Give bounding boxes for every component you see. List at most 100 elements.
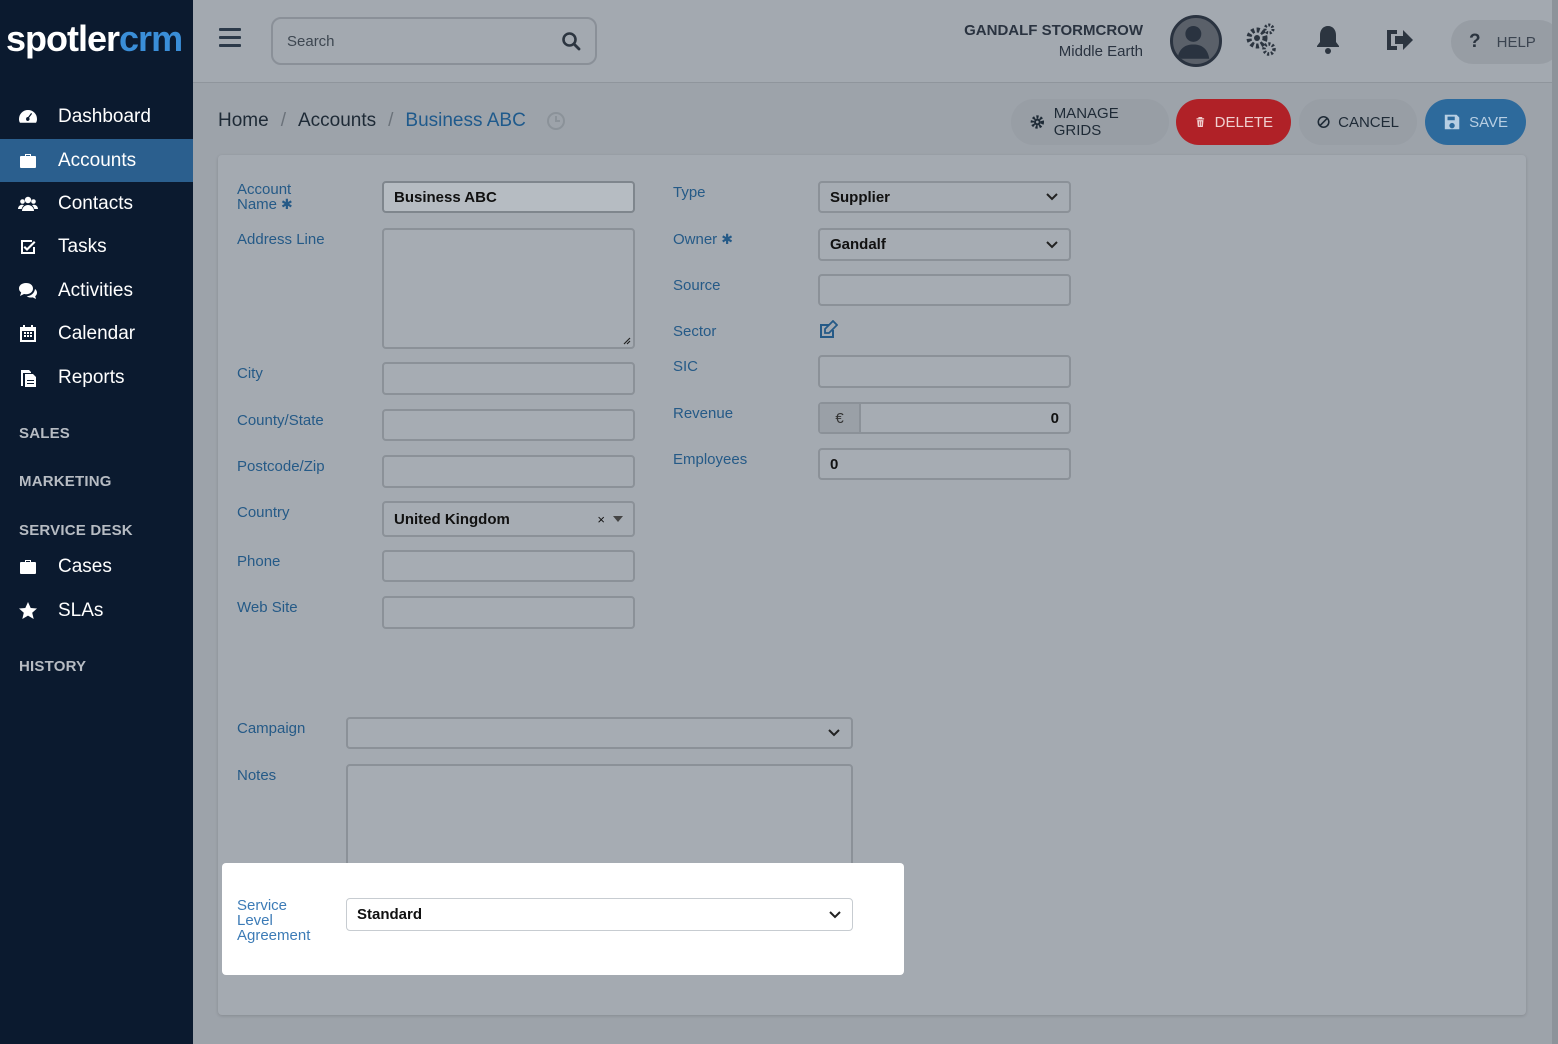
campaign-label: Campaign <box>237 720 306 737</box>
sla-value: Standard <box>357 906 423 923</box>
sidebar-item-calendar[interactable]: Calendar <box>0 312 193 355</box>
help-label: HELP <box>1496 33 1536 51</box>
sidebar-item-accounts[interactable]: Accounts <box>0 139 193 182</box>
resize-handle-icon[interactable] <box>621 335 631 345</box>
type-label: Type <box>673 184 706 201</box>
trash-icon <box>1196 116 1205 128</box>
clear-icon[interactable]: × <box>597 512 605 527</box>
sla-select[interactable]: Standard <box>346 898 853 931</box>
chevron-down-icon <box>1046 193 1058 201</box>
cancel-button[interactable]: CANCEL <box>1299 99 1417 145</box>
revenue-value[interactable]: 0 <box>1051 410 1059 427</box>
phone-input[interactable] <box>382 550 635 582</box>
search-box[interactable] <box>271 17 597 65</box>
sidebar-item-contacts[interactable]: Contacts <box>0 182 193 225</box>
source-label: Source <box>673 277 721 294</box>
help-button[interactable]: ? HELP <box>1451 20 1558 64</box>
delete-label: DELETE <box>1214 113 1273 131</box>
postcode-input[interactable] <box>382 455 635 488</box>
chevron-down-icon <box>1046 240 1058 248</box>
sidebar-item-dashboard[interactable]: Dashboard <box>0 95 193 138</box>
scrollbar[interactable] <box>1552 0 1558 1044</box>
dashboard-icon <box>0 107 58 127</box>
sidebar-item-activities[interactable]: Activities <box>0 269 193 312</box>
chevron-down-icon <box>828 729 840 737</box>
owner-select[interactable]: Gandalf <box>818 228 1071 261</box>
logo-text-crm: crm <box>119 18 183 59</box>
edit-icon[interactable] <box>818 320 838 340</box>
county-state-input[interactable] <box>382 409 635 441</box>
ban-icon <box>1317 115 1330 129</box>
checkbox-icon <box>0 237 58 257</box>
sidebar-item-label: Reports <box>58 366 125 388</box>
sidebar-item-label: Contacts <box>58 192 133 214</box>
sic-input[interactable] <box>818 355 1071 388</box>
briefcase-icon <box>0 151 58 171</box>
history-clock-icon[interactable] <box>546 111 566 131</box>
nav-section-sales[interactable]: SALES <box>19 425 70 442</box>
calendar-icon <box>0 324 58 344</box>
floppy-disk-icon <box>1444 114 1460 130</box>
campaign-select[interactable] <box>346 717 853 749</box>
required-asterisk-icon: ✱ <box>281 196 293 212</box>
sidebar-item-label: Accounts <box>58 149 137 171</box>
delete-button[interactable]: DELETE <box>1176 99 1291 145</box>
breadcrumb-home[interactable]: Home <box>218 110 269 132</box>
manage-grids-label: MANAGE GRIDS <box>1053 105 1119 139</box>
breadcrumb-accounts[interactable]: Accounts <box>298 110 376 132</box>
account-name-label: Account Name ✱ <box>237 181 293 213</box>
logo-text-spotler: spotler <box>6 18 120 59</box>
avatar[interactable] <box>1170 15 1222 67</box>
country-select[interactable]: United Kingdom × <box>382 501 635 537</box>
caret-down-icon[interactable] <box>613 515 623 523</box>
breadcrumb: Home / Accounts / Business ABC <box>218 110 566 132</box>
search-icon[interactable] <box>561 31 581 51</box>
owner-label: Owner ✱ <box>673 231 733 248</box>
bell-icon[interactable] <box>1310 22 1346 58</box>
sector-label: Sector <box>673 323 717 340</box>
sidebar: spotlercrm Dashboard Accounts Contacts T… <box>0 0 193 1044</box>
sidebar-item-slas[interactable]: SLAs <box>0 589 193 632</box>
sidebar-item-label: Activities <box>58 279 133 301</box>
website-input[interactable] <box>382 596 635 629</box>
briefcase-icon <box>0 557 58 577</box>
nav-section-marketing[interactable]: MARKETING <box>19 473 112 490</box>
revenue-input-group[interactable]: € 0 <box>818 402 1071 434</box>
breadcrumb-current: Business ABC <box>405 110 526 131</box>
account-name-input[interactable]: Business ABC <box>382 181 635 213</box>
owner-value: Gandalf <box>830 236 886 253</box>
user-organization: Middle Earth <box>1058 43 1143 60</box>
users-icon <box>0 194 58 214</box>
save-button[interactable]: SAVE <box>1425 99 1526 145</box>
chevron-down-icon <box>829 910 841 918</box>
address-line-textarea[interactable] <box>382 228 635 349</box>
sla-label: Service Level Agreement <box>237 897 311 944</box>
employees-input[interactable]: 0 <box>818 448 1071 480</box>
country-value: United Kingdom <box>394 510 510 528</box>
search-input[interactable] <box>287 32 561 50</box>
nav-section-service-desk[interactable]: SERVICE DESK <box>19 522 133 539</box>
logout-icon[interactable] <box>1381 22 1417 58</box>
user-name: GANDALF STORMCROW <box>964 22 1143 39</box>
revenue-label: Revenue <box>673 405 734 422</box>
source-input[interactable] <box>818 274 1071 306</box>
city-label: City <box>237 365 263 382</box>
sidebar-item-tasks[interactable]: Tasks <box>0 225 193 268</box>
sidebar-item-label: Calendar <box>58 322 136 344</box>
settings-gears-icon[interactable] <box>1243 22 1279 58</box>
nav-section-history[interactable]: HISTORY <box>19 658 86 675</box>
type-select[interactable]: Supplier <box>818 181 1071 213</box>
sla-highlight: Service Level Agreement Standard <box>222 863 904 975</box>
sidebar-item-cases[interactable]: Cases <box>0 545 193 588</box>
manage-grids-button[interactable]: MANAGE GRIDS <box>1011 99 1169 145</box>
topbar: GANDALF STORMCROW Middle Earth ? HELP <box>193 0 1558 83</box>
sidebar-item-reports[interactable]: Reports <box>0 356 193 399</box>
question-icon: ? <box>1469 31 1481 52</box>
reports-icon <box>0 368 58 388</box>
website-label: Web Site <box>237 599 298 616</box>
notes-label: Notes <box>237 767 277 784</box>
phone-label: Phone <box>237 553 281 570</box>
hamburger-menu-icon[interactable] <box>219 28 241 50</box>
logo[interactable]: spotlercrm <box>6 18 183 60</box>
city-input[interactable] <box>382 362 635 395</box>
